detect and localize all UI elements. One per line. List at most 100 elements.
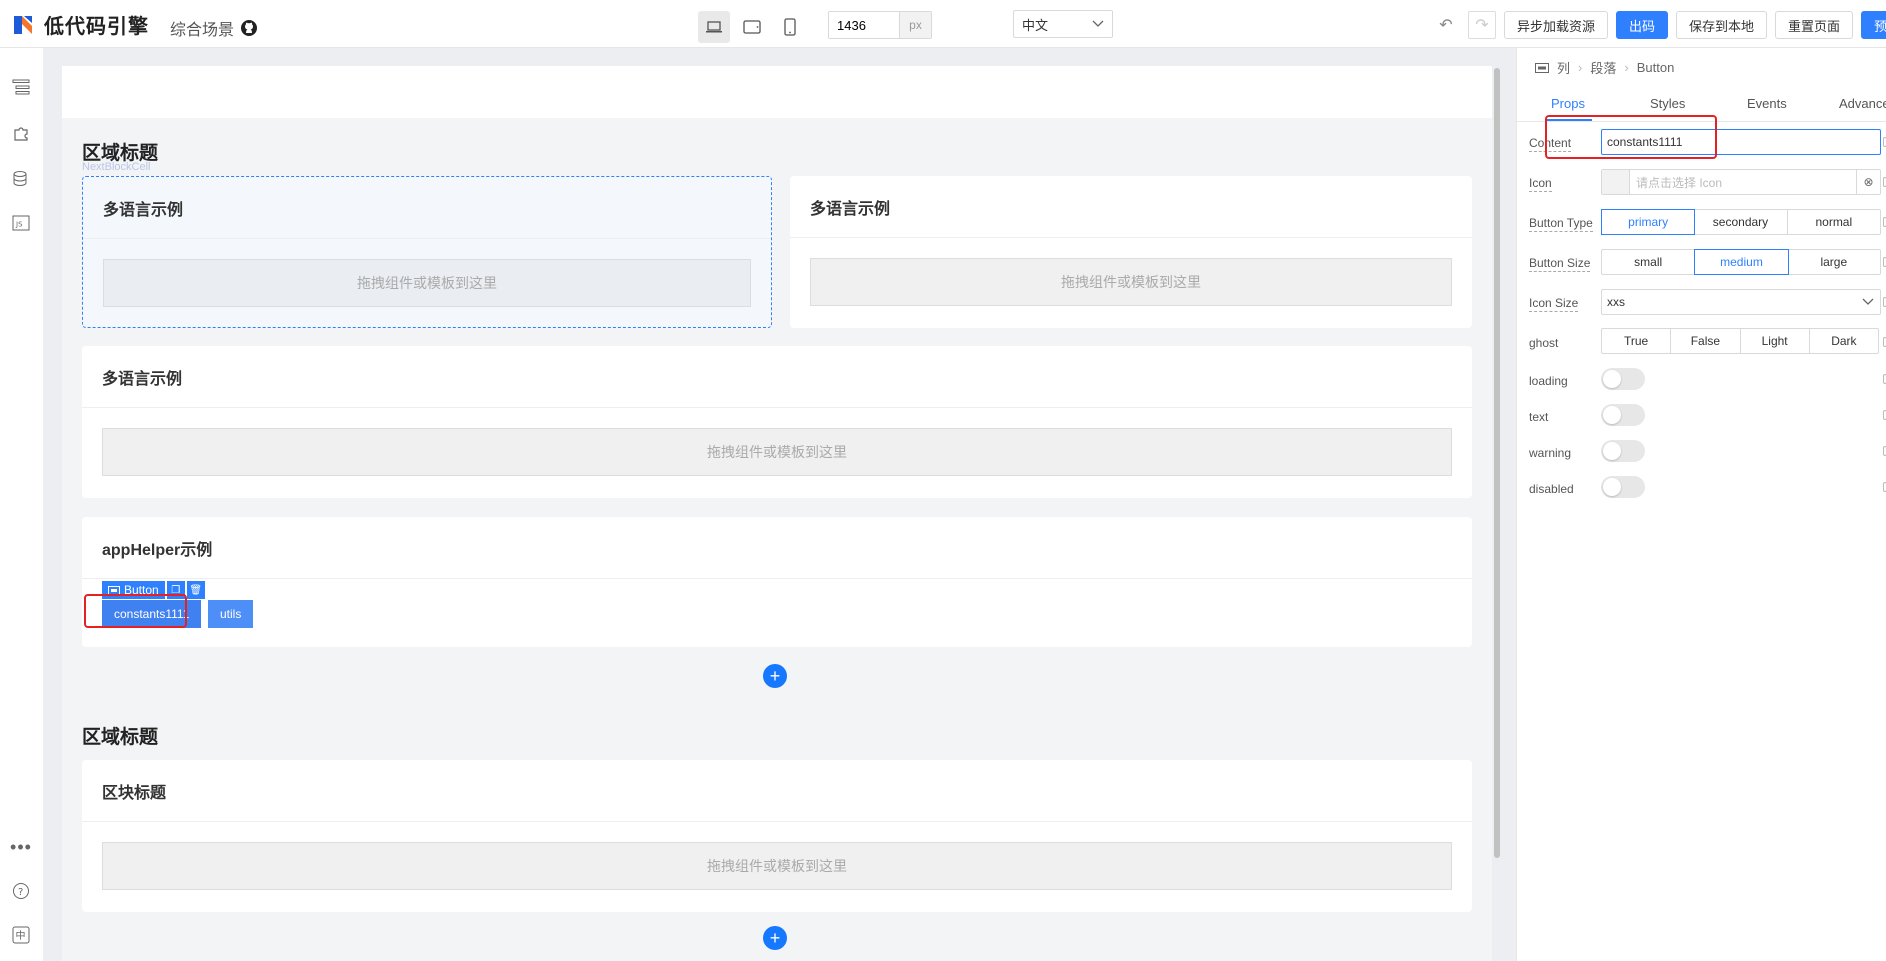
tab-props[interactable]: Props: [1551, 96, 1585, 111]
icon-picker[interactable]: 请点击选择 Icon ⊗: [1601, 169, 1881, 195]
left-sidebar: JS ••• ? 中: [0, 48, 44, 961]
disabled-label: disabled: [1529, 482, 1574, 496]
button-size-label: Button Size: [1529, 256, 1591, 272]
icon-placeholder: 请点击选择 Icon: [1636, 175, 1723, 190]
icon-label: Icon: [1529, 176, 1552, 192]
icon-size-value: xxs: [1607, 295, 1625, 309]
page-preview: 区域标题 NextBlockCell 多语言示例 拖拽组件或模板到这里 多语言示…: [62, 66, 1492, 961]
ghost-radio-group: True False Light Dark: [1601, 328, 1879, 354]
warning-switch[interactable]: [1601, 440, 1645, 462]
svg-text:?: ?: [18, 887, 23, 898]
delete-icon[interactable]: 🗑: [186, 581, 205, 599]
text-switch[interactable]: [1601, 404, 1645, 426]
language-value: 中文: [1022, 17, 1049, 33]
ghost-light[interactable]: Light: [1741, 329, 1810, 353]
breadcrumb-item[interactable]: 列: [1557, 58, 1570, 77]
preview-button[interactable]: 预览: [1861, 11, 1886, 39]
loading-switch[interactable]: [1601, 368, 1645, 390]
add-block-icon[interactable]: +: [763, 926, 787, 950]
laptop-icon: [706, 21, 722, 33]
drop-zone[interactable]: 拖拽组件或模板到这里: [103, 259, 751, 307]
tablet-icon: [743, 20, 761, 34]
card-title: appHelper示例: [82, 517, 1472, 579]
button-size-large[interactable]: large: [1788, 250, 1880, 274]
redo-icon: ↷: [1475, 17, 1489, 34]
breadcrumb: 列 › 段落 › Button: [1535, 58, 1674, 77]
github-icon[interactable]: [240, 19, 258, 37]
tab-styles[interactable]: Styles: [1650, 96, 1685, 111]
block-card-selected[interactable]: 多语言示例 拖拽组件或模板到这里: [82, 176, 772, 328]
ghost-label: ghost: [1529, 336, 1559, 350]
phone-icon: [784, 18, 796, 36]
phone-device-button[interactable]: [774, 11, 806, 43]
canvas-width-input[interactable]: [829, 12, 899, 38]
reset-page-button[interactable]: 重置页面: [1775, 11, 1854, 39]
chevron-down-icon: [1092, 20, 1104, 27]
data-source-icon[interactable]: [10, 168, 32, 190]
page-header-block: [62, 66, 1492, 118]
language-toggle-icon[interactable]: 中: [10, 924, 32, 946]
text-label: text: [1529, 410, 1549, 424]
top-toolbar: 低代码引擎 综合场景 px 中文 ↶ ↷ 异步加载资源 出码 保存到本地 重置页…: [0, 0, 1886, 48]
component-library-icon[interactable]: [10, 122, 32, 144]
drop-zone[interactable]: 拖拽组件或模板到这里: [102, 428, 1452, 476]
canvas-width-control: px: [828, 11, 932, 39]
hover-component-label: NextBlockCell: [82, 161, 151, 173]
drop-zone[interactable]: 拖拽组件或模板到这里: [102, 842, 1452, 890]
code-export-button[interactable]: 出码: [1616, 11, 1669, 39]
ghost-true[interactable]: True: [1602, 329, 1672, 353]
save-local-button[interactable]: 保存到本地: [1676, 11, 1768, 39]
async-load-button[interactable]: 异步加载资源: [1504, 11, 1609, 39]
svg-text:中: 中: [16, 929, 26, 942]
undo-button[interactable]: ↶: [1432, 11, 1460, 39]
drop-zone[interactable]: 拖拽组件或模板到这里: [810, 258, 1452, 306]
icon-size-select[interactable]: xxs: [1601, 289, 1881, 315]
scene-switcher[interactable]: 综合场景: [170, 16, 258, 40]
tablet-device-button[interactable]: [736, 11, 768, 43]
button-type-primary[interactable]: primary: [1601, 209, 1696, 235]
desktop-device-button[interactable]: [698, 11, 730, 43]
breadcrumb-separator: ›: [1624, 60, 1629, 75]
button-size-medium[interactable]: medium: [1694, 249, 1789, 275]
block-card[interactable]: 区块标题 拖拽组件或模板到这里: [82, 760, 1472, 912]
tab-advance[interactable]: Advance: [1839, 96, 1886, 111]
clear-icon[interactable]: ⊗: [1856, 170, 1880, 194]
redo-button[interactable]: ↷: [1468, 11, 1496, 39]
js-code-icon[interactable]: JS: [10, 212, 32, 234]
utils-button[interactable]: utils: [208, 600, 254, 628]
icon-size-label: Icon Size: [1529, 296, 1579, 312]
settings-panel: 列 › 段落 › Button Props Styles Events Adva…: [1516, 48, 1886, 961]
more-icon[interactable]: •••: [10, 836, 32, 858]
card-title: 区块标题: [82, 760, 1472, 822]
card-title: 多语言示例: [790, 176, 1472, 238]
device-switcher: [698, 11, 806, 43]
ghost-false[interactable]: False: [1671, 329, 1741, 353]
canvas-scrollbar[interactable]: [1494, 68, 1500, 858]
button-size-small[interactable]: small: [1602, 250, 1696, 274]
undo-icon: ↶: [1439, 17, 1453, 34]
chevron-down-icon: [1862, 298, 1874, 305]
tab-events[interactable]: Events: [1747, 96, 1787, 111]
warning-label: warning: [1529, 446, 1572, 460]
button-type-secondary[interactable]: secondary: [1694, 210, 1788, 234]
breadcrumb-item[interactable]: 段落: [1590, 58, 1616, 77]
svg-text:JS: JS: [15, 221, 23, 229]
ghost-dark[interactable]: Dark: [1810, 329, 1878, 353]
logo: 低代码引擎: [10, 10, 149, 39]
block-card[interactable]: 多语言示例 拖拽组件或模板到这里: [790, 176, 1472, 328]
button-type-label: Button Type: [1529, 216, 1593, 232]
apphelper-card[interactable]: appHelper示例 Button ❐ 🗑 constants1111 uti…: [82, 517, 1472, 647]
add-block-icon[interactable]: +: [763, 664, 787, 688]
header-actions: ↶ ↷ 异步加载资源 出码 保存到本地 重置页面 预览: [1432, 11, 1886, 39]
card-title: 多语言示例: [82, 346, 1472, 408]
button-type-normal[interactable]: normal: [1788, 210, 1880, 234]
block-card[interactable]: 多语言示例 拖拽组件或模板到这里: [82, 346, 1472, 498]
language-select[interactable]: 中文: [1013, 10, 1113, 38]
loading-label: loading: [1529, 374, 1568, 388]
outline-tree-icon[interactable]: [10, 76, 32, 98]
card-title: 多语言示例: [83, 177, 771, 239]
help-icon[interactable]: ?: [10, 880, 32, 902]
disabled-switch[interactable]: [1601, 476, 1645, 498]
highlight-box-panel: [1545, 115, 1717, 159]
logo-text: 低代码引擎: [44, 16, 149, 38]
